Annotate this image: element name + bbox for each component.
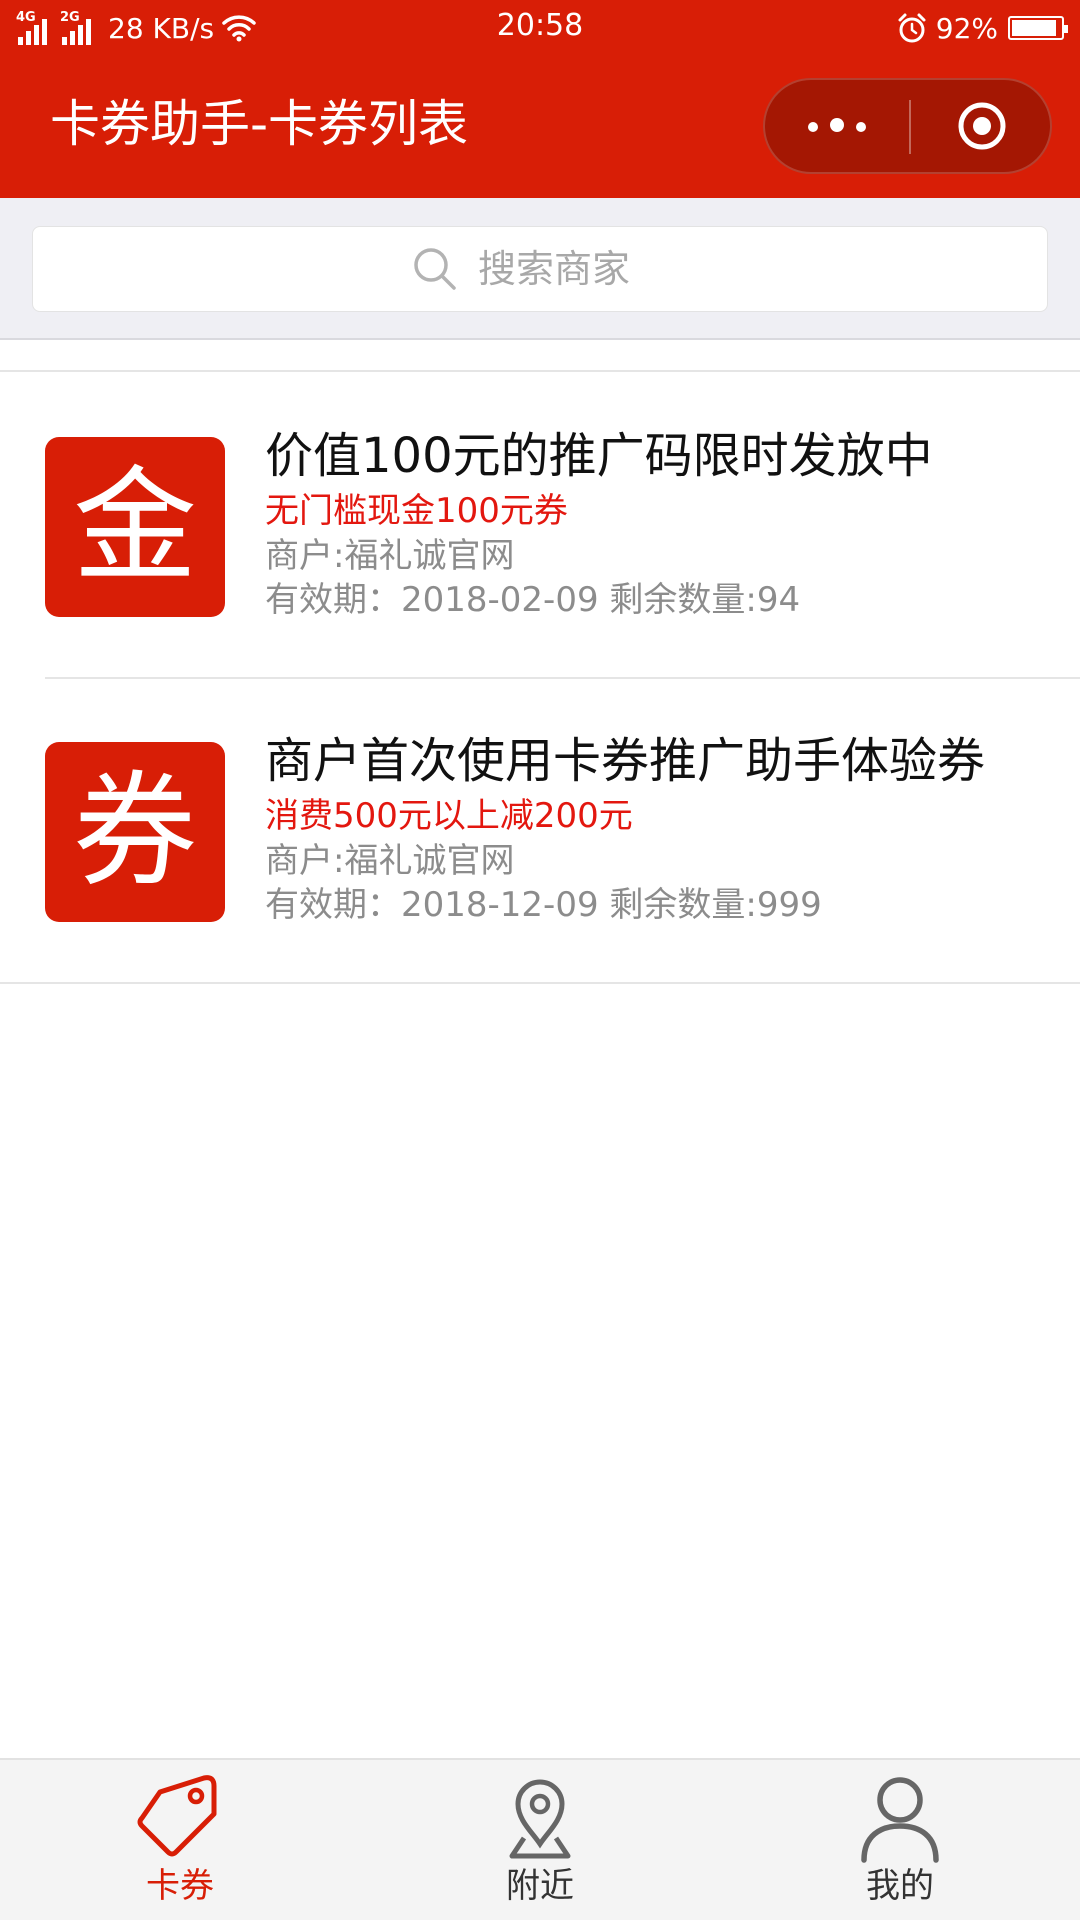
search-input[interactable] (478, 247, 668, 291)
tag-icon (137, 1775, 217, 1857)
tab-bar: 卡券 附近 我的 (0, 1758, 1080, 1920)
nav-header: 卡券助手-卡券列表 (0, 56, 1080, 198)
coupon-icon: 券 (45, 742, 225, 922)
search-box[interactable] (32, 226, 1048, 312)
target-close-icon (958, 102, 1005, 150)
battery-icon (1008, 16, 1068, 40)
search-icon (414, 248, 456, 290)
tab-coupons[interactable]: 卡券 (0, 1760, 360, 1920)
coupon-text: 商户首次使用卡券推广助手体验券 消费500元以上减200元 商户:福礼诚官网 有… (265, 729, 1060, 927)
alarm-icon (898, 13, 926, 43)
list-divider (0, 982, 1080, 984)
coupon-validity: 有效期：2018-02-09 剩余数量:94 (265, 580, 801, 620)
page-title: 卡券助手-卡券列表 (50, 95, 469, 153)
coupon-merchant: 商户:福礼诚官网 (265, 841, 515, 881)
tab-nearby[interactable]: 附近 (360, 1760, 720, 1920)
search-area (0, 198, 1080, 340)
coupon-description: 无门槛现金100元券 (265, 491, 568, 531)
tab-label: 附近 (506, 1866, 574, 1906)
list-item[interactable]: 金 价值100元的推广码限时发放中 无门槛现金100元券 商户:福礼诚官网 有效… (0, 372, 1080, 677)
coupon-text: 价值100元的推广码限时发放中 无门槛现金100元券 商户:福礼诚官网 有效期：… (265, 424, 1060, 622)
status-right: 92% (896, 8, 1068, 48)
mini-program-capsule (763, 78, 1052, 174)
coupon-validity: 有效期：2018-12-09 剩余数量:999 (265, 885, 822, 925)
tab-label: 我的 (866, 1866, 934, 1906)
coupon-list: 金 价值100元的推广码限时发放中 无门槛现金100元券 商户:福礼诚官网 有效… (0, 370, 1080, 984)
coupon-icon: 金 (45, 437, 225, 617)
coupon-merchant: 商户:福礼诚官网 (265, 536, 515, 576)
location-pin-icon (509, 1779, 571, 1859)
coupon-title: 商户首次使用卡券推广助手体验券 (265, 733, 986, 789)
coupon-title: 价值100元的推广码限时发放中 (265, 428, 933, 484)
coupon-description: 消费500元以上减200元 (265, 796, 633, 836)
battery-percent: 92% (935, 11, 998, 45)
tab-label: 卡券 (146, 1866, 214, 1906)
list-item[interactable]: 券 商户首次使用卡券推广助手体验券 消费500元以上减200元 商户:福礼诚官网… (0, 677, 1080, 982)
user-icon (861, 1777, 939, 1863)
close-button[interactable] (911, 80, 1052, 172)
tab-mine[interactable]: 我的 (720, 1760, 1080, 1920)
status-bar: 4G 2G 28 KB/s 20:58 92% (0, 0, 1080, 56)
more-dots-icon (802, 117, 872, 136)
more-button[interactable] (765, 80, 909, 172)
